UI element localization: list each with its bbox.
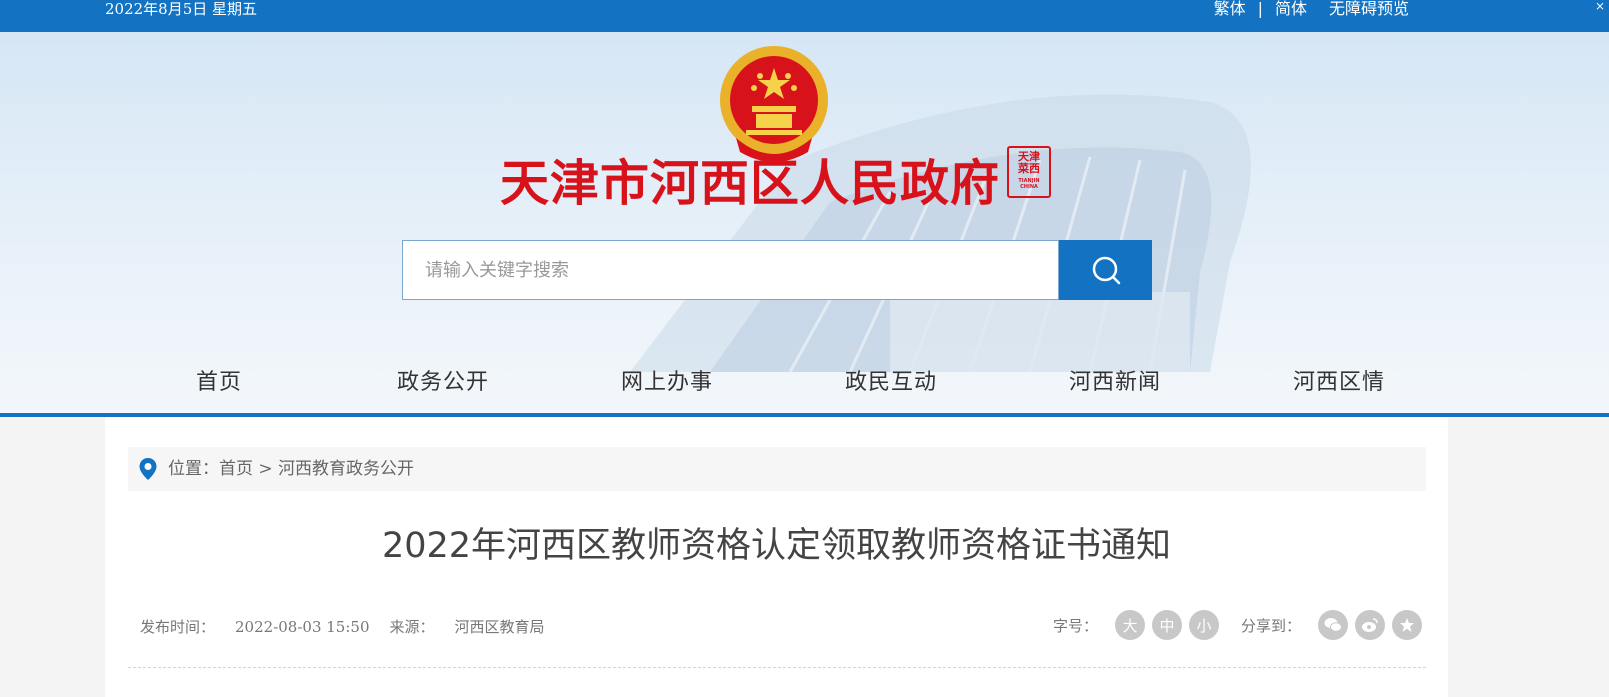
nav-item-online-services[interactable]: 网上办事	[621, 355, 713, 411]
search-bar	[402, 240, 1152, 300]
accessibility-link[interactable]: 无障碍预览	[1329, 0, 1409, 18]
top-bar: 2022年8月5日 星期五 繁体 | 简体 无障碍预览 ×	[0, 0, 1609, 32]
breadcrumb-arrow: >	[253, 459, 279, 479]
article-title: 2022年河西区教师资格认定领取教师资格证书通知	[381, 526, 1172, 566]
weibo-share-icon[interactable]	[1355, 610, 1385, 640]
seal-english: TIANJIN CHINA	[1018, 178, 1040, 190]
site-title: 天津市河西区人民政府	[500, 155, 1001, 212]
article-container: 位置：首页 > 河西教育政务公开 2022年河西区教师资格认定领取教师资格证书通…	[105, 417, 1448, 697]
top-link-separator: |	[1257, 0, 1263, 18]
nav-item-gov-affairs[interactable]: 政务公开	[397, 355, 489, 411]
location-pin-icon	[139, 458, 157, 480]
traditional-chinese-link[interactable]: 繁体	[1214, 0, 1246, 18]
font-size-label: 字号：	[1052, 616, 1098, 635]
current-date: 2022年8月5日 星期五	[105, 0, 258, 18]
search-icon	[1092, 256, 1120, 285]
breadcrumb-home-link[interactable]: 首页	[219, 459, 253, 479]
font-large-button[interactable]: 大	[1114, 610, 1145, 640]
publish-label: 发布时间：	[140, 618, 216, 636]
close-icon[interactable]: ×	[1595, 0, 1605, 12]
seal-text: 天津 菜西	[1018, 150, 1040, 175]
publish-time: 发布时间： 2022-08-03 15:50	[140, 618, 370, 636]
article-source: 来源： 河西区教育局	[390, 618, 545, 636]
main-nav: 首页 政务公开 网上办事 政民互动 河西新闻 河西区情	[0, 355, 1609, 411]
breadcrumb: 位置：首页 > 河西教育政务公开	[128, 447, 1426, 491]
publish-value: 2022-08-03 15:50	[235, 618, 370, 636]
search-input[interactable]	[402, 240, 1059, 300]
meta-divider	[128, 667, 1426, 668]
nav-item-district-info[interactable]: 河西区情	[1293, 355, 1385, 411]
share-label: 分享到：	[1240, 616, 1301, 635]
font-small-button[interactable]: 小	[1188, 610, 1219, 640]
favorite-share-icon[interactable]	[1392, 610, 1422, 640]
header-banner: 天津市河西区人民政府 天津 菜西 TIANJIN CHINA 首页 政务公开 网…	[0, 32, 1609, 414]
font-medium-button[interactable]: 中	[1151, 610, 1182, 640]
breadcrumb-current-link[interactable]: 河西教育政务公开	[278, 459, 414, 479]
source-label: 来源：	[389, 618, 435, 636]
breadcrumb-text: 位置：首页 > 河西教育政务公开	[168, 447, 414, 491]
source-value: 河西区教育局	[454, 618, 545, 636]
nav-item-news[interactable]: 河西新闻	[1069, 355, 1161, 411]
breadcrumb-prefix: 位置：	[168, 459, 219, 479]
nav-item-interaction[interactable]: 政民互动	[845, 355, 937, 411]
top-links: 繁体 | 简体 无障碍预览	[1214, 0, 1409, 18]
wechat-share-icon[interactable]	[1318, 610, 1348, 640]
simplified-chinese-link[interactable]: 简体	[1275, 0, 1307, 18]
nav-item-home[interactable]: 首页	[196, 355, 242, 411]
tianjin-seal-logo: 天津 菜西 TIANJIN CHINA	[1007, 146, 1051, 198]
article-tools: 字号： 大 中 小 分享到：	[1053, 610, 1422, 640]
article-meta: 发布时间： 2022-08-03 15:50 来源： 河西区教育局	[140, 615, 545, 639]
search-button[interactable]	[1059, 240, 1152, 300]
